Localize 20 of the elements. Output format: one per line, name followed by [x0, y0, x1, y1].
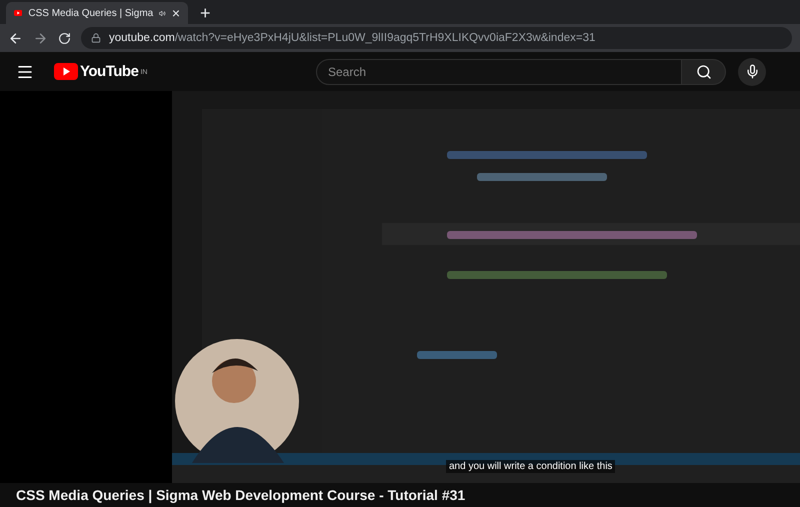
back-icon[interactable] [8, 30, 23, 46]
forward-icon[interactable] [33, 30, 48, 46]
search-field[interactable]: Search [316, 58, 682, 84]
microphone-icon [744, 64, 760, 79]
url-text: youtube.com/watch?v=eHye3PxH4jU&list=PLu0W_9lII9agq5TrH9XLIKQvv0iaF2X3w&index=31 [109, 32, 596, 44]
logo-text: YouTube [80, 63, 138, 80]
lock-icon [91, 33, 101, 43]
video-caption: and you will write a condition like this [446, 460, 616, 473]
microphone-button[interactable] [738, 58, 766, 86]
new-tab-button[interactable]: + [194, 2, 217, 24]
video-title: CSS Media Queries | Sigma Web Development Course - Tutorial #31 [15, 486, 466, 506]
address-bar[interactable]: youtube.com/watch?v=eHye3PxH4jU&list=PLu0W_9lII9agq5TrH9XLIKQvv0iaF2X3w&index=31 [81, 27, 792, 49]
tab-title: CSS Media Queries | Sigma [28, 8, 154, 18]
browser-tab[interactable]: CSS Media Queries | Sigma × [6, 2, 188, 24]
search-icon [696, 64, 712, 80]
search-button[interactable] [682, 58, 726, 84]
video-logo-icon [14, 8, 22, 18]
reload-icon[interactable] [58, 32, 71, 44]
close-tab-button[interactable]: × [172, 5, 180, 21]
video-logo-icon [54, 63, 78, 80]
